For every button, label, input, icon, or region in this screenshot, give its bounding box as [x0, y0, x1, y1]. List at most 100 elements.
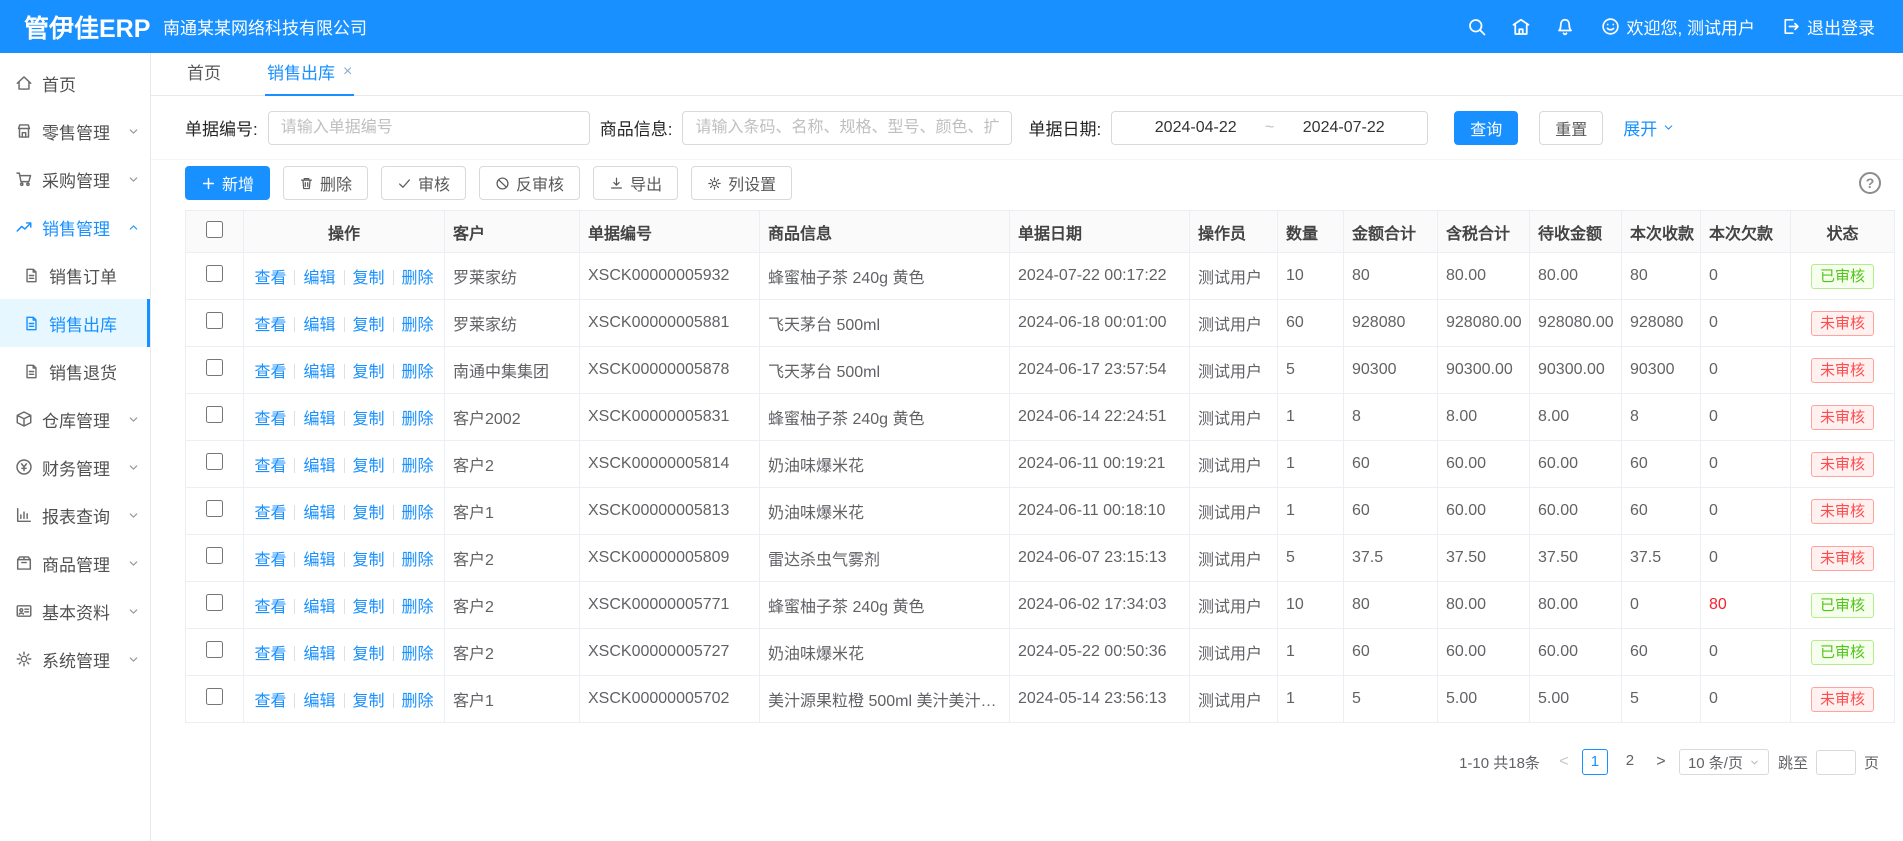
- home-icon[interactable]: [1511, 17, 1531, 37]
- date-end-value[interactable]: 2024-07-22: [1283, 119, 1405, 137]
- delete-link[interactable]: 删除: [402, 552, 434, 569]
- sidebar-item-reports[interactable]: 报表查询: [0, 491, 150, 539]
- edit-link[interactable]: 编辑: [303, 458, 335, 475]
- sidebar-item-sales-return[interactable]: 销售退货: [0, 347, 150, 395]
- copy-link[interactable]: 复制: [353, 458, 385, 475]
- sidebar-item-goods[interactable]: 商品管理: [0, 539, 150, 587]
- sidebar-item-sales-order[interactable]: 销售订单: [0, 251, 150, 299]
- delete-button[interactable]: 删除: [283, 166, 368, 200]
- date-start-value[interactable]: 2024-04-22: [1135, 119, 1257, 137]
- copy-link[interactable]: 复制: [353, 599, 385, 616]
- doc-no-input[interactable]: [268, 111, 590, 145]
- row-checkbox[interactable]: [206, 641, 223, 658]
- row-checkbox[interactable]: [206, 688, 223, 705]
- cell-tax-total: 37.50: [1438, 535, 1530, 582]
- view-link[interactable]: 查看: [254, 505, 286, 522]
- cell-status: 未审核: [1791, 676, 1895, 723]
- copy-link[interactable]: 复制: [353, 646, 385, 663]
- export-button[interactable]: 导出: [593, 166, 678, 200]
- sidebar-item-system[interactable]: 系统管理: [0, 635, 150, 683]
- view-link[interactable]: 查看: [254, 599, 286, 616]
- copy-link[interactable]: 复制: [353, 411, 385, 428]
- logout-icon: [1781, 17, 1800, 36]
- row-checkbox[interactable]: [206, 265, 223, 282]
- delete-link[interactable]: 删除: [402, 599, 434, 616]
- row-checkbox[interactable]: [206, 453, 223, 470]
- delete-link[interactable]: 删除: [402, 646, 434, 663]
- prev-page-button[interactable]: <: [1555, 753, 1573, 771]
- view-link[interactable]: 查看: [254, 270, 286, 287]
- row-checkbox[interactable]: [206, 359, 223, 376]
- edit-link[interactable]: 编辑: [303, 364, 335, 381]
- edit-link[interactable]: 编辑: [303, 693, 335, 710]
- cell-pending: 90300.00: [1530, 347, 1622, 394]
- sidebar-item-sales[interactable]: 销售管理: [0, 203, 150, 251]
- jump-page-input[interactable]: [1816, 750, 1856, 775]
- delete-link[interactable]: 删除: [402, 411, 434, 428]
- trash-icon: [299, 176, 314, 191]
- view-link[interactable]: 查看: [254, 693, 286, 710]
- help-icon[interactable]: ?: [1859, 172, 1881, 194]
- sidebar-item-basic-data[interactable]: 基本资料: [0, 587, 150, 635]
- edit-link[interactable]: 编辑: [303, 411, 335, 428]
- sidebar-item-purchase[interactable]: 采购管理: [0, 155, 150, 203]
- page-2-button[interactable]: 2: [1617, 749, 1643, 775]
- view-link[interactable]: 查看: [254, 411, 286, 428]
- delete-link[interactable]: 删除: [402, 270, 434, 287]
- edit-link[interactable]: 编辑: [303, 646, 335, 663]
- copy-link[interactable]: 复制: [353, 505, 385, 522]
- delete-link[interactable]: 删除: [402, 458, 434, 475]
- delete-link[interactable]: 删除: [402, 693, 434, 710]
- row-checkbox[interactable]: [206, 500, 223, 517]
- tab-home[interactable]: 首页: [185, 59, 223, 95]
- unaudit-button[interactable]: 反审核: [479, 166, 580, 200]
- edit-link[interactable]: 编辑: [303, 599, 335, 616]
- edit-link[interactable]: 编辑: [303, 317, 335, 334]
- sidebar-item-sales-outbound[interactable]: 销售出库: [0, 299, 150, 347]
- reset-button[interactable]: 重置: [1539, 111, 1603, 145]
- view-link[interactable]: 查看: [254, 317, 286, 334]
- view-link[interactable]: 查看: [254, 552, 286, 569]
- view-link[interactable]: 查看: [254, 364, 286, 381]
- view-link[interactable]: 查看: [254, 646, 286, 663]
- copy-link[interactable]: 复制: [353, 270, 385, 287]
- cell-customer: 客户2002: [445, 394, 580, 441]
- date-range-picker[interactable]: 2024-04-22 ~ 2024-07-22: [1111, 111, 1428, 145]
- bell-icon[interactable]: [1555, 17, 1575, 37]
- delete-link[interactable]: 删除: [402, 364, 434, 381]
- search-button[interactable]: 查询: [1454, 111, 1518, 145]
- product-info-input[interactable]: [682, 111, 1012, 145]
- copy-link[interactable]: 复制: [353, 552, 385, 569]
- add-button[interactable]: 新增: [185, 166, 270, 200]
- row-checkbox[interactable]: [206, 312, 223, 329]
- edit-link[interactable]: 编辑: [303, 270, 335, 287]
- expand-link[interactable]: 展开: [1623, 115, 1675, 140]
- column-settings-button[interactable]: 列设置: [691, 166, 792, 200]
- copy-link[interactable]: 复制: [353, 693, 385, 710]
- copy-link[interactable]: 复制: [353, 317, 385, 334]
- select-all-checkbox[interactable]: [206, 221, 223, 238]
- page-1-button[interactable]: 1: [1582, 749, 1608, 775]
- user-menu[interactable]: 欢迎您, 测试用户: [1601, 14, 1755, 39]
- sidebar-item-finance[interactable]: 财务管理: [0, 443, 150, 491]
- delete-link[interactable]: 删除: [402, 505, 434, 522]
- edit-link[interactable]: 编辑: [303, 552, 335, 569]
- close-icon[interactable]: ×: [343, 63, 352, 81]
- row-checkbox[interactable]: [206, 547, 223, 564]
- search-icon[interactable]: [1467, 17, 1487, 37]
- tab-sales-outbound[interactable]: 销售出库 ×: [265, 59, 354, 95]
- delete-link[interactable]: 删除: [402, 317, 434, 334]
- sidebar-item-warehouse[interactable]: 仓库管理: [0, 395, 150, 443]
- logout-button[interactable]: 退出登录: [1781, 14, 1875, 39]
- copy-link[interactable]: 复制: [353, 364, 385, 381]
- next-page-button[interactable]: >: [1652, 753, 1670, 771]
- sidebar-item-retail[interactable]: 零售管理: [0, 107, 150, 155]
- row-checkbox[interactable]: [206, 594, 223, 611]
- edit-link[interactable]: 编辑: [303, 505, 335, 522]
- page-size-select[interactable]: 10 条/页: [1679, 749, 1769, 775]
- sidebar-item-home[interactable]: 首页: [0, 59, 150, 107]
- row-checkbox[interactable]: [206, 406, 223, 423]
- cell-product: 美汁源果粒橙 500ml 美汁美汁美汁...: [760, 676, 1010, 723]
- audit-button[interactable]: 审核: [381, 166, 466, 200]
- view-link[interactable]: 查看: [254, 458, 286, 475]
